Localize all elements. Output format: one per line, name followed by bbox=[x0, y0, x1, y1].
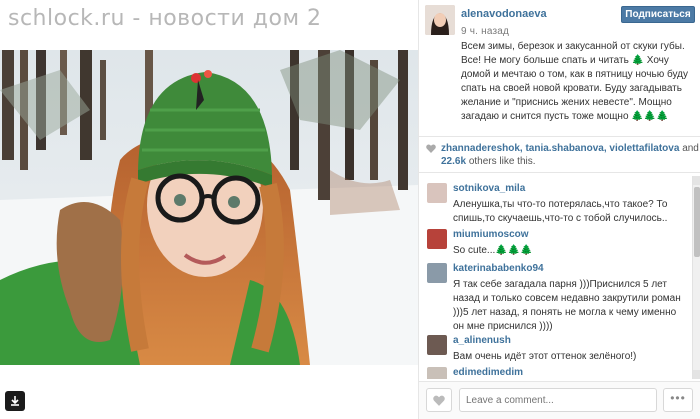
download-button[interactable] bbox=[5, 391, 25, 411]
comment-footer: ••• bbox=[419, 381, 700, 419]
avatar-image bbox=[425, 5, 455, 35]
comment-avatar[interactable] bbox=[427, 183, 447, 203]
scroll-up-arrow[interactable] bbox=[693, 176, 700, 185]
photo-panel: schlock.ru - новости дом 2 bbox=[0, 0, 418, 419]
scroll-down-arrow[interactable] bbox=[693, 370, 700, 379]
heart-icon bbox=[433, 395, 445, 406]
likes-suffix: others like this. bbox=[468, 156, 536, 167]
comment-username[interactable]: sotnikova_mila bbox=[453, 183, 525, 194]
comment-text: Я так себе загадала парня )))Приснился 5… bbox=[453, 279, 681, 332]
comment-item: edimedimedim bbox=[419, 364, 689, 379]
comment-item: miumiumoscow So cute...🌲🌲🌲 bbox=[419, 226, 689, 260]
comments-scrollbar[interactable] bbox=[692, 176, 700, 379]
comment-avatar[interactable] bbox=[427, 229, 447, 249]
comment-avatar[interactable] bbox=[427, 263, 447, 283]
post-caption: Всем зимы, березок и закусанной от скуки… bbox=[461, 41, 688, 122]
comment-item: katerinababenko94 Я так себе загадала па… bbox=[419, 260, 689, 332]
comment-username[interactable]: a_alinenush bbox=[453, 335, 511, 346]
comment-item: a_alinenush Вам очень идёт этот оттенок … bbox=[419, 332, 689, 366]
comment-text: Вам очень идёт этот оттенок зелёного!) bbox=[453, 351, 637, 362]
owner-avatar[interactable] bbox=[425, 5, 455, 35]
likes-count-line: 22.6k others like this. bbox=[441, 156, 536, 167]
likes-users: zhannadereshok, tania.shabanova, violett… bbox=[441, 143, 699, 154]
comment-item: sotnikova_mila Аленушка,ты что-то потеря… bbox=[419, 180, 689, 226]
comment-avatar[interactable] bbox=[427, 367, 447, 379]
comment-username[interactable]: edimedimedim bbox=[453, 367, 523, 378]
comment-text: Аленушка,ты что-то потерялась,что такое?… bbox=[453, 199, 668, 224]
comment-username[interactable]: katerinababenko94 bbox=[453, 263, 544, 274]
divider bbox=[419, 136, 700, 137]
scroll-thumb[interactable] bbox=[694, 187, 700, 257]
likes-and: and bbox=[682, 143, 699, 154]
comments-list: sotnikova_mila Аленушка,ты что-то потеря… bbox=[419, 176, 700, 379]
owner-username[interactable]: alenavodonaeva bbox=[461, 8, 547, 20]
comment-avatar[interactable] bbox=[427, 335, 447, 355]
post-sidebar: alenavodonaeva 9 ч. назад Подписаться Вс… bbox=[418, 0, 700, 419]
likes-usernames[interactable]: zhannadereshok, tania.shabanova, violett… bbox=[441, 143, 679, 154]
post-header: alenavodonaeva 9 ч. назад Подписаться Вс… bbox=[419, 0, 700, 135]
post-timestamp: 9 ч. назад bbox=[461, 26, 510, 37]
watermark: schlock.ru - новости дом 2 bbox=[8, 6, 322, 31]
comment-input[interactable] bbox=[459, 388, 657, 412]
photo-illustration bbox=[0, 50, 418, 365]
like-button[interactable] bbox=[426, 388, 452, 412]
more-options-button[interactable]: ••• bbox=[663, 388, 693, 412]
likes-count[interactable]: 22.6k bbox=[441, 156, 466, 167]
download-icon bbox=[11, 396, 19, 406]
heart-icon bbox=[426, 144, 436, 153]
divider bbox=[419, 172, 700, 173]
comment-text: So cute...🌲🌲🌲 bbox=[453, 245, 533, 256]
post-photo[interactable] bbox=[0, 50, 418, 365]
likes-section: zhannadereshok, tania.shabanova, violett… bbox=[419, 140, 700, 170]
follow-button[interactable]: Подписаться bbox=[621, 6, 695, 23]
comment-username[interactable]: miumiumoscow bbox=[453, 229, 529, 240]
